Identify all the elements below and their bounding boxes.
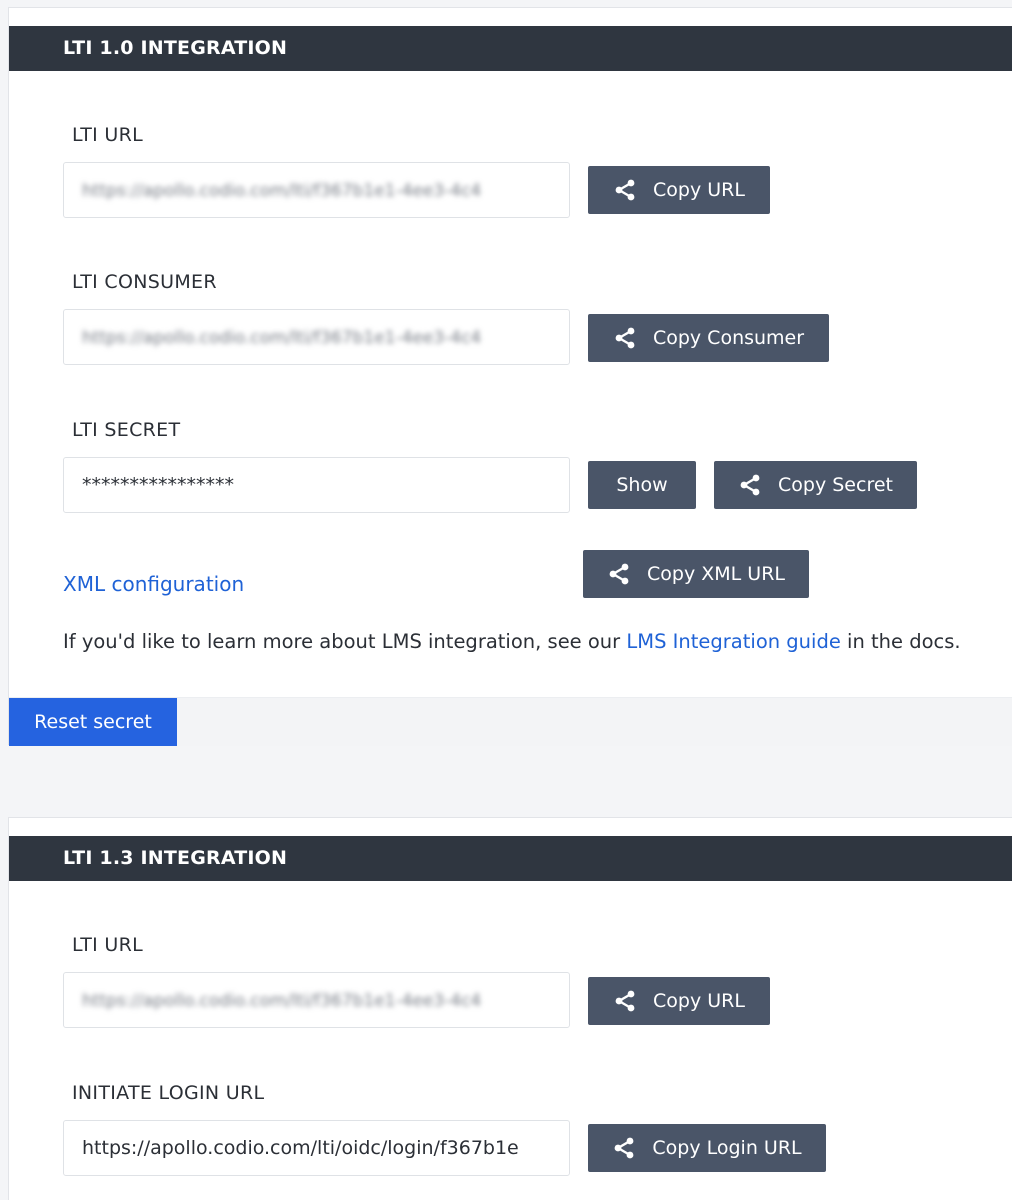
copy-url-button[interactable]: Copy URL	[588, 166, 770, 214]
lms-info-text: If you'd like to learn more about LMS in…	[63, 630, 961, 653]
share-icon	[613, 326, 637, 350]
lti-1-3-card: LTI 1.3 INTEGRATION LTI URL https://apol…	[8, 817, 1012, 1200]
lti13-url-field[interactable]: https://apollo.codio.com/lti/f367b1e1-4e…	[63, 972, 570, 1028]
show-secret-button[interactable]: Show	[588, 461, 696, 509]
lti-url-field[interactable]: https://apollo.codio.com/lti/f367b1e1-4e…	[63, 162, 570, 218]
copy-xml-url-button[interactable]: Copy XML URL	[583, 550, 809, 598]
initiate-login-url-field[interactable]: https://apollo.codio.com/lti/oidc/login/…	[63, 1120, 570, 1176]
show-secret-label: Show	[616, 474, 668, 496]
copy-secret-button[interactable]: Copy Secret	[714, 461, 917, 509]
lti-1-0-card: LTI 1.0 INTEGRATION LTI URL https://apol…	[8, 7, 1012, 746]
copy-xml-url-label: Copy XML URL	[647, 563, 785, 585]
lti-url-value: https://apollo.codio.com/lti/f367b1e1-4e…	[82, 181, 482, 201]
share-icon	[607, 562, 631, 586]
copy-lti13-url-button[interactable]: Copy URL	[588, 977, 770, 1025]
copy-secret-label: Copy Secret	[778, 474, 893, 496]
share-icon	[738, 473, 762, 497]
reset-secret-button[interactable]: Reset secret	[9, 698, 177, 746]
copy-login-url-label: Copy Login URL	[652, 1137, 802, 1159]
copy-consumer-label: Copy Consumer	[652, 327, 805, 349]
lti13-url-label: LTI URL	[72, 934, 144, 956]
lti-secret-value: ****************	[82, 474, 234, 496]
lti-url-label: LTI URL	[72, 124, 144, 146]
lti-consumer-value: https://apollo.codio.com/lti/f367b1e1-4e…	[82, 328, 482, 348]
copy-url-label: Copy URL	[653, 179, 745, 201]
share-icon	[612, 1136, 636, 1160]
share-icon	[613, 989, 637, 1013]
lti-consumer-field[interactable]: https://apollo.codio.com/lti/f367b1e1-4e…	[63, 309, 570, 365]
lti-1-3-header: LTI 1.3 INTEGRATION	[9, 836, 1012, 881]
lti-1-0-header: LTI 1.0 INTEGRATION	[9, 26, 1012, 71]
copy-consumer-button[interactable]: Copy Consumer	[588, 314, 829, 362]
initiate-login-url-value: https://apollo.codio.com/lti/oidc/login/…	[82, 1137, 519, 1159]
initiate-login-url-label: INITIATE LOGIN URL	[72, 1082, 265, 1104]
share-icon	[613, 178, 637, 202]
lti13-url-value: https://apollo.codio.com/lti/f367b1e1-4e…	[82, 991, 482, 1011]
lti-secret-label: LTI SECRET	[72, 419, 181, 441]
lms-info-after: in the docs.	[840, 630, 961, 653]
lms-integration-guide-link[interactable]: LMS Integration guide	[626, 630, 840, 653]
card-footer: Reset secret	[9, 697, 1012, 746]
lti-secret-field[interactable]: ****************	[63, 457, 570, 513]
copy-lti13-url-label: Copy URL	[653, 990, 745, 1012]
copy-login-url-button[interactable]: Copy Login URL	[588, 1124, 826, 1172]
lti-consumer-label: LTI CONSUMER	[72, 271, 217, 293]
lms-info-before: If you'd like to learn more about LMS in…	[63, 630, 627, 653]
xml-configuration-link[interactable]: XML configuration	[63, 572, 244, 596]
